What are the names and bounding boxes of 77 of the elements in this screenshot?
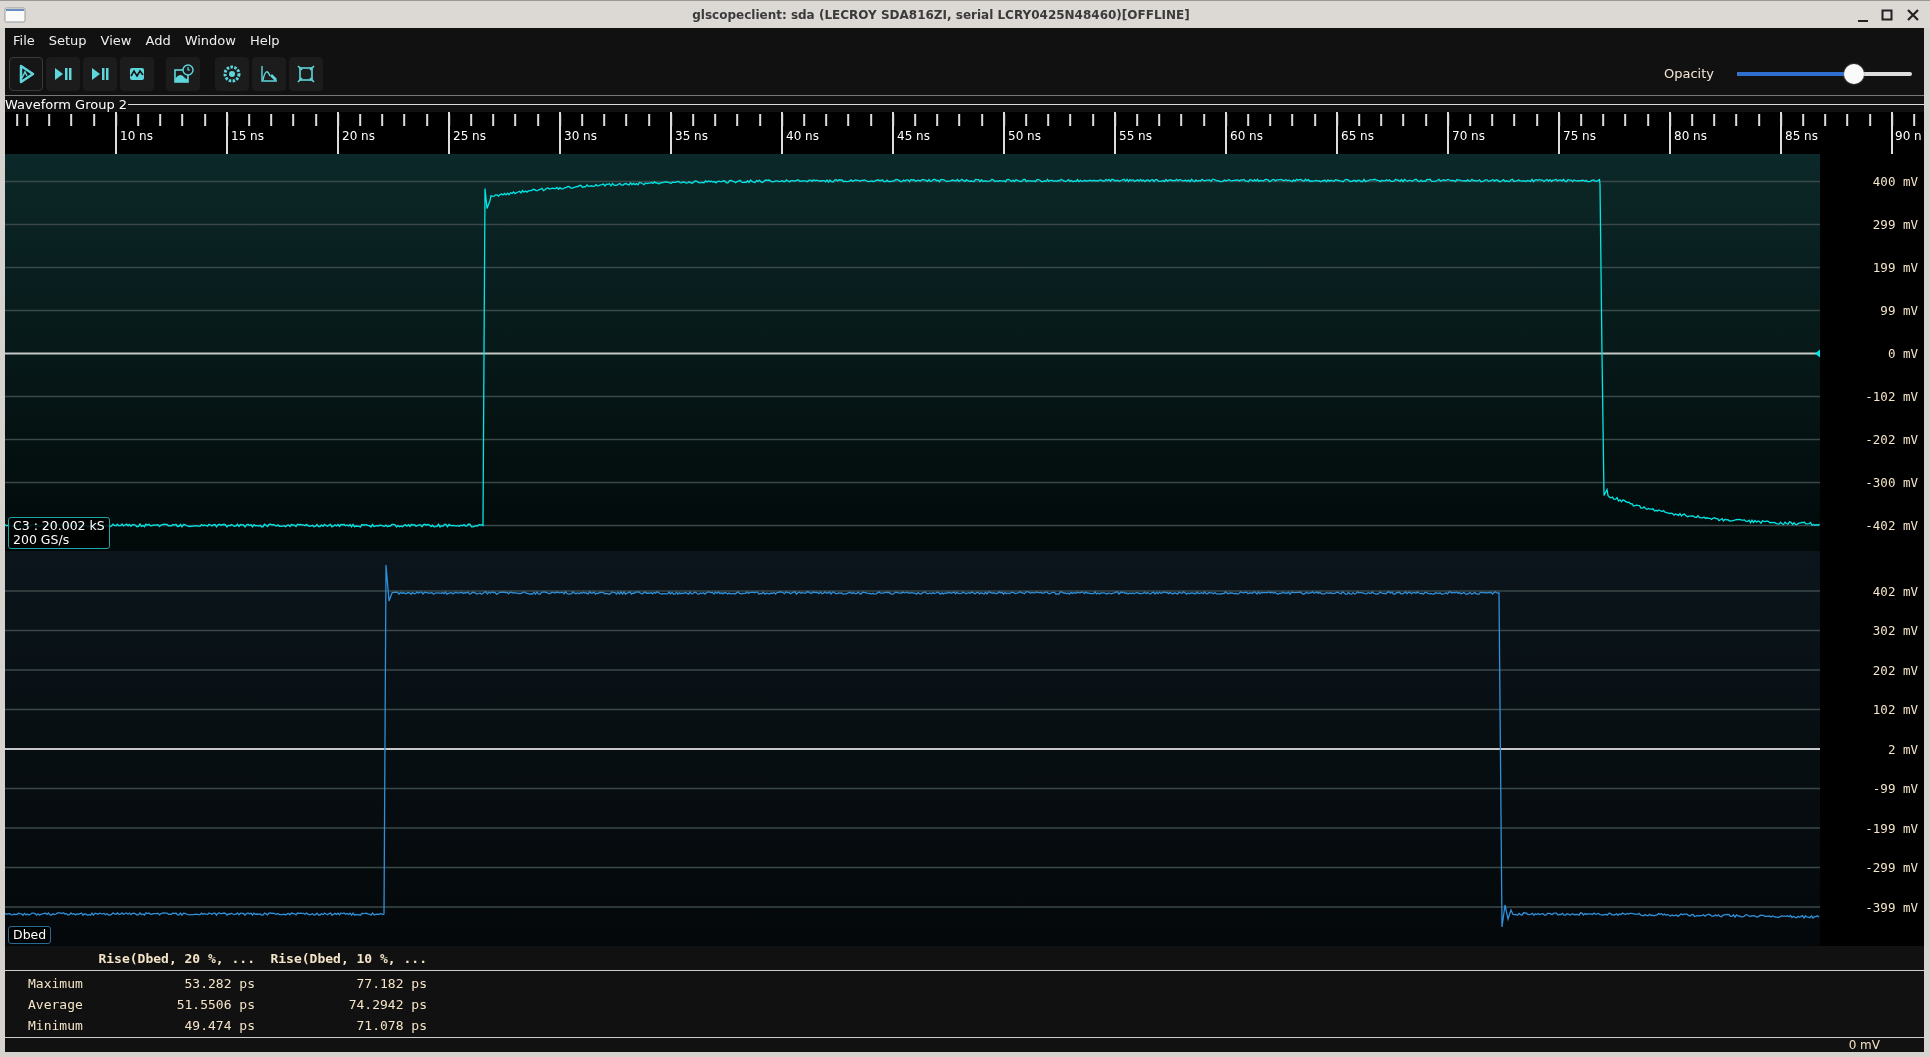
slider-thumb[interactable]	[1844, 63, 1865, 84]
table-cell: 71.078 ps	[356, 1018, 427, 1033]
axis-label: 2 mV	[1887, 741, 1918, 757]
axis-label: 302 mV	[1872, 623, 1918, 638]
axis-label: 102 mV	[1872, 702, 1918, 717]
axis-label: -402 mV	[1865, 518, 1918, 533]
chart-clock-icon	[172, 62, 194, 85]
table-cell: 51.5506 ps	[176, 997, 255, 1012]
menu-item[interactable]: File	[6, 32, 42, 48]
time-label: 90 n	[1895, 129, 1922, 143]
time-label: 25 ns	[453, 129, 486, 143]
channel-label[interactable]: C3 : 20.002 kS 200 GS/s	[8, 517, 110, 549]
axis-label: -202 mV	[1865, 432, 1918, 447]
axis-label: 202 mV	[1872, 662, 1918, 678]
channel-info-text: 200 GS/s	[13, 533, 71, 547]
menu-item[interactable]: Help	[242, 32, 287, 48]
status-reading: 0 mV	[1848, 1038, 1880, 1052]
time-label: 60 ns	[1230, 129, 1263, 143]
channel-info-text: Dbed	[13, 928, 47, 942]
fullscreen-icon	[295, 62, 317, 85]
group-title: Waveform Group 2	[5, 96, 128, 112]
toolbar-button[interactable]	[166, 56, 200, 91]
table-cell: 49.474 ps	[184, 1018, 255, 1033]
time-label: 30 ns	[564, 129, 597, 143]
time-label: 50 ns	[1008, 129, 1041, 143]
time-label: 85 ns	[1785, 129, 1818, 143]
toolbar-button[interactable]	[9, 56, 43, 91]
time-label: 75 ns	[1563, 129, 1596, 143]
time-label: 45 ns	[897, 129, 930, 143]
axis-label: -299 mV	[1865, 860, 1918, 875]
menu-item[interactable]: Add	[138, 32, 178, 48]
axis-label: 299 mV	[1872, 217, 1918, 232]
axis-label: 402 mV	[1872, 583, 1918, 599]
table-cell: 77.182 ps	[356, 976, 427, 991]
close-icon	[1906, 7, 1920, 22]
axis-label: -399 mV	[1865, 899, 1918, 915]
menu-item[interactable]: Setup	[41, 32, 94, 48]
axis-label: 199 mV	[1872, 260, 1918, 275]
toolbar-button[interactable]	[83, 56, 117, 91]
axis-label: 99 mV	[1880, 303, 1918, 318]
axis-label: -300 mV	[1865, 475, 1918, 490]
table-cell: 74.2942 ps	[348, 997, 427, 1012]
toolbar-button[interactable]	[289, 56, 323, 91]
time-label: 65 ns	[1341, 129, 1374, 143]
maximize-icon	[1880, 7, 1894, 22]
time-label: 35 ns	[675, 129, 708, 143]
axis-label: -199 mV	[1865, 820, 1918, 836]
column-header: Rise(Dbed, 10 %, ...	[270, 950, 427, 966]
time-label: 40 ns	[786, 129, 819, 143]
toolbar-button[interactable]	[120, 56, 154, 91]
time-label: 55 ns	[1119, 129, 1152, 143]
axis-label: -99 mV	[1872, 781, 1918, 796]
axis-label: 0 mV	[1887, 346, 1918, 361]
channel-info-text: C3 : 20.002 kS	[13, 519, 105, 533]
row-label: Minimum	[28, 1018, 83, 1033]
axis-label: 400 mV	[1872, 174, 1918, 189]
window-icon	[4, 6, 26, 23]
menu-item[interactable]: Window	[177, 32, 243, 48]
row-label: Average	[28, 997, 83, 1012]
toolbar-button[interactable]	[252, 56, 286, 91]
row-label: Maximum	[28, 976, 83, 991]
window-title: glscopeclient: sda (LECROY SDA816ZI, serial LCRY0425N48460)[OFFLINE]	[692, 7, 1190, 22]
opacity-label: Opacity	[1664, 66, 1714, 81]
time-label: 15 ns	[231, 129, 264, 143]
column-header: Rise(Dbed, 20 %, ...	[98, 950, 255, 966]
table-cell: 53.282 ps	[184, 976, 255, 991]
channel-label[interactable]: Dbed	[8, 926, 52, 944]
toolbar-button[interactable]	[215, 56, 249, 91]
time-label: 80 ns	[1674, 129, 1707, 143]
time-label: 20 ns	[342, 129, 375, 143]
time-label: 10 ns	[120, 129, 153, 143]
time-label: 70 ns	[1452, 129, 1485, 143]
toolbar-button[interactable]	[46, 56, 80, 91]
opacity-slider[interactable]	[1737, 63, 1912, 84]
menu-item[interactable]: View	[93, 32, 139, 48]
axis-label: -102 mV	[1865, 389, 1918, 404]
minimize-icon	[1858, 19, 1868, 22]
